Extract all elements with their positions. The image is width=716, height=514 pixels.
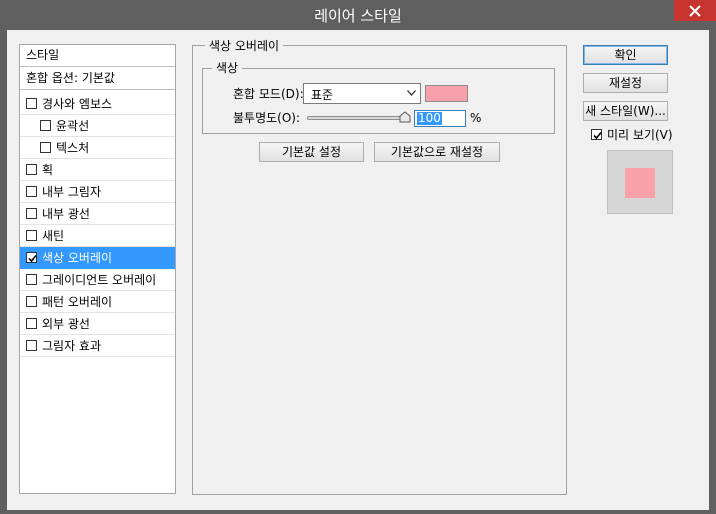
close-button[interactable] — [674, 0, 716, 21]
style-item-texture[interactable]: 텍스처 — [20, 137, 175, 159]
checkmark-icon — [28, 254, 37, 263]
style-item-gradient-overlay[interactable]: 그레이디언트 오버레이 — [20, 269, 175, 291]
style-item-outer-glow[interactable]: 외부 광선 — [20, 313, 175, 335]
style-item-inner-glow[interactable]: 내부 광선 — [20, 203, 175, 225]
style-item-stroke[interactable]: 획 — [20, 159, 175, 181]
reset-to-default-label: 기본값으로 재설정 — [390, 145, 484, 159]
satin-checkbox[interactable] — [26, 230, 37, 241]
new-style-button[interactable]: 새 스타일(W)... — [583, 101, 668, 121]
contour-checkbox[interactable] — [40, 120, 51, 131]
new-style-label: 새 스타일(W)... — [585, 104, 666, 118]
style-item-label: 색상 오버레이 — [42, 251, 113, 265]
opacity-slider-track[interactable] — [307, 116, 409, 120]
style-item-satin[interactable]: 새틴 — [20, 225, 175, 247]
make-default-label: 기본값 설정 — [281, 145, 341, 159]
reset-to-default-button[interactable]: 기본값으로 재설정 — [374, 142, 500, 162]
outer-glow-checkbox[interactable] — [26, 318, 37, 329]
style-item-label: 획 — [42, 163, 54, 177]
color-group-title: 색상 — [212, 61, 243, 75]
opacity-unit: % — [470, 111, 482, 125]
style-preview-thumbnail — [607, 150, 673, 214]
title-bar[interactable]: 레이어 스타일 — [0, 0, 716, 30]
preview-checkbox[interactable] — [591, 129, 602, 140]
list-header-styles-label: 스타일 — [26, 48, 60, 62]
style-item-drop-shadow[interactable]: 그림자 효과 — [20, 335, 175, 357]
opacity-label: 불투명도(O): — [233, 111, 301, 125]
opacity-input[interactable]: 100 — [414, 110, 466, 127]
gradient-overlay-checkbox[interactable] — [26, 274, 37, 285]
panel-title: 색상 오버레이 — [205, 39, 284, 53]
blend-mode-value: 표준 — [311, 88, 334, 102]
style-item-inner-shadow[interactable]: 내부 그림자 — [20, 181, 175, 203]
opacity-value: 100 — [417, 111, 442, 125]
style-item-pattern-overlay[interactable]: 패턴 오버레이 — [20, 291, 175, 313]
style-item-label: 새틴 — [42, 229, 65, 243]
texture-checkbox[interactable] — [40, 142, 51, 153]
style-item-label: 텍스처 — [56, 141, 90, 155]
color-overlay-checkbox[interactable] — [26, 252, 37, 263]
style-item-label: 내부 그림자 — [42, 185, 102, 199]
stroke-checkbox[interactable] — [26, 164, 37, 175]
chevron-down-icon — [407, 90, 416, 96]
style-item-contour[interactable]: 윤곽선 — [20, 115, 175, 137]
list-header-styles[interactable]: 스타일 — [20, 45, 175, 67]
style-list: 스타일 혼합 옵션: 기본값 경사와 엠보스 윤곽선 텍스처 획 내부 그림자 … — [19, 44, 176, 494]
style-item-color-overlay[interactable]: 색상 오버레이 — [20, 247, 175, 269]
inner-glow-checkbox[interactable] — [26, 208, 37, 219]
list-header-blending-options[interactable]: 혼합 옵션: 기본값 — [20, 68, 175, 90]
close-icon — [689, 4, 701, 17]
list-header-blending-label: 혼합 옵션: 기본값 — [26, 71, 115, 85]
style-item-label: 경사와 엠보스 — [42, 97, 113, 111]
blend-mode-label: 혼합 모드(D): — [233, 87, 304, 101]
preview-color-square — [625, 168, 655, 198]
style-item-label: 윤곽선 — [56, 119, 90, 133]
opacity-slider-thumb[interactable] — [399, 111, 411, 123]
inner-shadow-checkbox[interactable] — [26, 186, 37, 197]
pattern-overlay-checkbox[interactable] — [26, 296, 37, 307]
reset-label: 재설정 — [608, 76, 643, 90]
overlay-color-swatch[interactable] — [425, 85, 468, 102]
style-item-bevel-emboss[interactable]: 경사와 엠보스 — [20, 93, 175, 115]
checkmark-icon — [593, 131, 602, 140]
style-item-label: 패턴 오버레이 — [42, 295, 113, 309]
style-item-label: 외부 광선 — [42, 317, 90, 331]
ok-button[interactable]: 확인 — [583, 45, 668, 65]
style-item-label: 그림자 효과 — [42, 339, 102, 353]
window-title: 레이어 스타일 — [314, 7, 402, 25]
blend-mode-select[interactable]: 표준 — [303, 83, 421, 104]
style-item-label: 내부 광선 — [42, 207, 90, 221]
layer-style-dialog: 레이어 스타일 스타일 혼합 옵션: 기본값 경사와 엠보스 윤곽선 텍스처 획… — [0, 0, 716, 514]
reset-button[interactable]: 재설정 — [583, 73, 668, 93]
preview-label: 미리 보기(V) — [607, 128, 673, 142]
ok-label: 확인 — [614, 48, 637, 62]
drop-shadow-checkbox[interactable] — [26, 340, 37, 351]
make-default-button[interactable]: 기본값 설정 — [259, 142, 364, 162]
bevel-emboss-checkbox[interactable] — [26, 98, 37, 109]
dialog-body: 스타일 혼합 옵션: 기본값 경사와 엠보스 윤곽선 텍스처 획 내부 그림자 … — [7, 30, 709, 510]
style-item-label: 그레이디언트 오버레이 — [42, 273, 157, 287]
